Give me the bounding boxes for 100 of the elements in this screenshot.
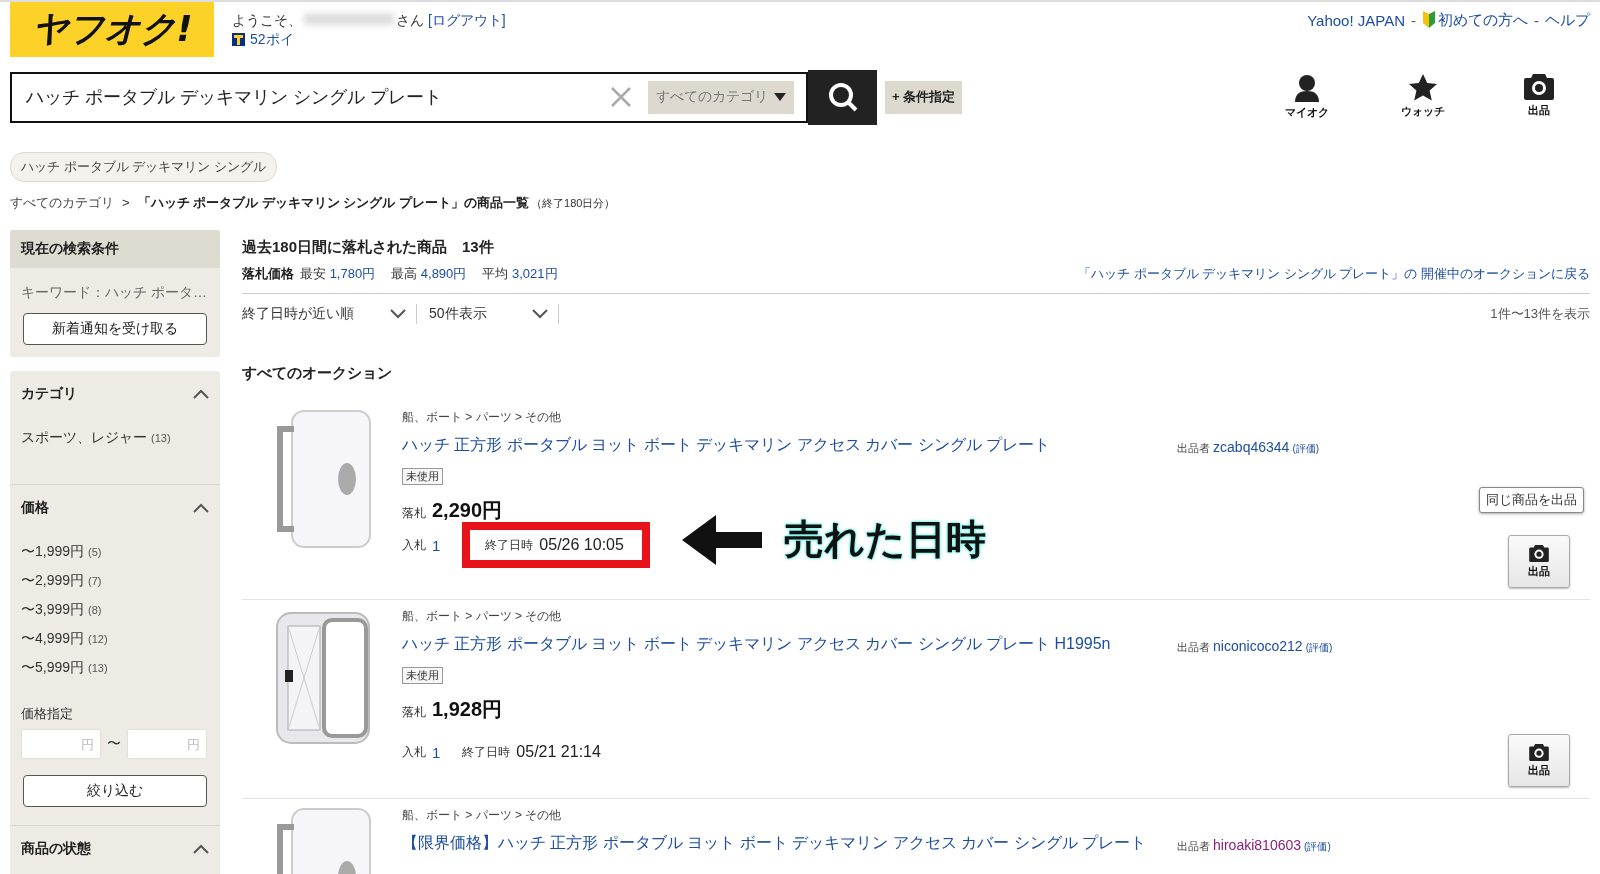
item-price: 1,928円	[432, 697, 503, 722]
end-label: 終了日時	[485, 536, 534, 554]
seller-link[interactable]: zcabq46344	[1213, 439, 1290, 455]
range-label: 価格指定	[21, 705, 74, 723]
chevron-down-icon	[390, 309, 406, 319]
filter-button[interactable]: 絞り込む	[23, 775, 207, 807]
category-path: 船、ボート > パーツ > その他	[402, 409, 563, 426]
link-separator: -	[1411, 12, 1416, 29]
category-path: 船、ボート > パーツ > その他	[402, 608, 563, 625]
rating-link[interactable]: (評価)	[1304, 841, 1331, 852]
filter-item[interactable]: 〜1,999円 (5)	[21, 543, 209, 561]
item-title-link[interactable]: ハッチ 正方形 ポータブル ヨット ボート デッキマリン アクセス カバー シングル プレート H1995n	[402, 634, 1177, 655]
clear-icon[interactable]	[610, 86, 632, 108]
section-title: 価格	[21, 499, 49, 517]
beginner-link[interactable]: 初めての方へ	[1422, 11, 1528, 30]
conditions-button[interactable]: + 条件指定	[885, 80, 963, 114]
caret-icon	[774, 93, 786, 101]
chevron-up-icon	[193, 844, 209, 854]
tooltip: 同じ商品を出品	[1479, 487, 1584, 513]
back-link[interactable]: 「ハッチ ポータブル デッキマリン シングル プレート」の 開催中のオークションに戻る	[1077, 265, 1590, 283]
bids-link[interactable]: 1	[432, 536, 441, 554]
section-title: 商品の状態	[21, 840, 91, 858]
condition-tag: 未使用	[402, 667, 443, 684]
filter-item[interactable]: スポーツ、レジャー (13)	[21, 429, 209, 447]
section-title: カテゴリ	[21, 385, 77, 403]
stat-value[interactable]: 1,780円	[329, 266, 376, 281]
header-link[interactable]: ヘルプ	[1545, 11, 1590, 30]
breadcrumb-title: 「ハッチ ポータブル デッキマリン シングル プレート」の商品一覧	[137, 194, 530, 212]
logout-link[interactable]: [ログアウト]	[427, 12, 506, 28]
points-card-icon	[232, 33, 245, 46]
stat-label: 最安	[300, 266, 326, 281]
keyword-chip[interactable]: ハッチ ポータブル デッキマリン シングル	[10, 152, 277, 182]
min-price-field[interactable]: 円	[21, 729, 101, 759]
section-title: すべてのオークション	[242, 364, 393, 383]
rating-link[interactable]: (評価)	[1292, 443, 1320, 454]
beginner-mark-icon	[1422, 11, 1436, 28]
chevron-down-icon	[532, 309, 548, 319]
person-icon	[1294, 74, 1320, 102]
item-title-link[interactable]: ハッチ 正方形 ポータブル ヨット ボート デッキマリン アクセス カバー シングル プレート	[402, 435, 1177, 456]
camera-icon	[1524, 74, 1554, 100]
bids-label: 入札	[402, 536, 426, 554]
section-header[interactable]: カテゴリ	[21, 385, 209, 403]
filter-item[interactable]: 〜4,999円 (12)	[21, 630, 209, 648]
annotation-text: 売れた日時	[784, 516, 986, 563]
item-title-link[interactable]: 【限界価格】ハッチ 正方形 ポータブル ヨット ボート デッキマリン アクセス カバー シングル プレート	[402, 833, 1177, 854]
breadcrumb-link[interactable]: すべてのカテゴリ	[10, 194, 114, 212]
link-separator: -	[1534, 12, 1539, 29]
price-label: 落札	[402, 505, 426, 522]
seller-label: 出品者	[1177, 641, 1210, 653]
breadcrumb-separator: >	[122, 195, 130, 210]
seller-label: 出品者	[1177, 442, 1210, 454]
chevron-up-icon	[193, 389, 209, 399]
sell-button[interactable]: 出品	[1508, 734, 1570, 787]
bids-link[interactable]: 1	[432, 743, 441, 761]
seller-link[interactable]: hiroaki810603	[1213, 837, 1302, 853]
points-link[interactable]: 52ポイ	[250, 30, 294, 49]
welcome-text: ようこそ、	[232, 12, 302, 28]
bids-label: 入札	[402, 743, 426, 761]
camera-icon	[1529, 743, 1549, 761]
category-path: 船、ボート > パーツ > その他	[402, 807, 563, 824]
panel-title: 現在の検索条件	[10, 230, 220, 268]
stat-value[interactable]: 4,890円	[420, 266, 467, 281]
camera-icon	[1529, 544, 1549, 562]
breadcrumb-note: （終了180日分）	[531, 196, 616, 211]
search-icon	[827, 82, 858, 112]
result-count: 1件〜13件を表示	[1490, 305, 1590, 323]
notify-button[interactable]: 新着通知を受け取る	[23, 313, 207, 345]
per-page-dropdown[interactable]: 50件表示	[429, 304, 559, 324]
sell-button[interactable]: 出品	[1508, 535, 1570, 588]
star-icon	[1409, 74, 1437, 101]
filter-item[interactable]: 〜5,999円 (13)	[21, 659, 209, 677]
nav-button[interactable]: ウォッチ	[1392, 73, 1454, 121]
stat-value[interactable]: 3,021円	[511, 266, 558, 281]
end-label: 終了日時	[462, 743, 511, 761]
range-tilde: 〜	[107, 735, 121, 753]
end-time: 05/26 10:05	[539, 536, 624, 554]
chevron-up-icon	[193, 503, 209, 513]
sort-dropdown[interactable]: 終了日時が近い順	[242, 304, 417, 324]
section-header[interactable]: 価格	[21, 499, 209, 517]
item-price: 2,290円	[432, 498, 503, 523]
filter-item[interactable]: 〜2,999円 (7)	[21, 572, 209, 590]
site-logo[interactable]: ヤフオク!	[10, 2, 214, 57]
section-header[interactable]: 商品の状態	[21, 840, 209, 858]
welcome-suffix: さん	[396, 12, 424, 28]
summary-label: 落札価格	[242, 265, 294, 283]
max-price-field[interactable]: 円	[127, 729, 207, 759]
search-button[interactable]	[808, 69, 877, 125]
end-time: 05/21 21:14	[516, 743, 601, 761]
condition-tag: 未使用	[402, 468, 443, 485]
results-heading: 過去180日間に落札された商品 13件	[242, 237, 495, 257]
stat-label: 平均	[482, 266, 509, 281]
keyword-condition: キーワード：ハッチ ポータ…	[21, 284, 208, 302]
header-link[interactable]: Yahoo! JAPAN	[1307, 12, 1405, 29]
stat-label: 最高	[391, 266, 418, 281]
filter-item[interactable]: 〜3,999円 (8)	[21, 601, 209, 619]
seller-link[interactable]: niconicoco212	[1213, 638, 1303, 654]
nav-button[interactable]: 出品	[1508, 73, 1570, 121]
search-field[interactable]: ハッチ ポータブル デッキマリン シングル プレート すべてのカテゴリ	[10, 71, 808, 123]
rating-link[interactable]: (評価)	[1305, 642, 1333, 653]
nav-button[interactable]: マイオク	[1276, 73, 1338, 121]
